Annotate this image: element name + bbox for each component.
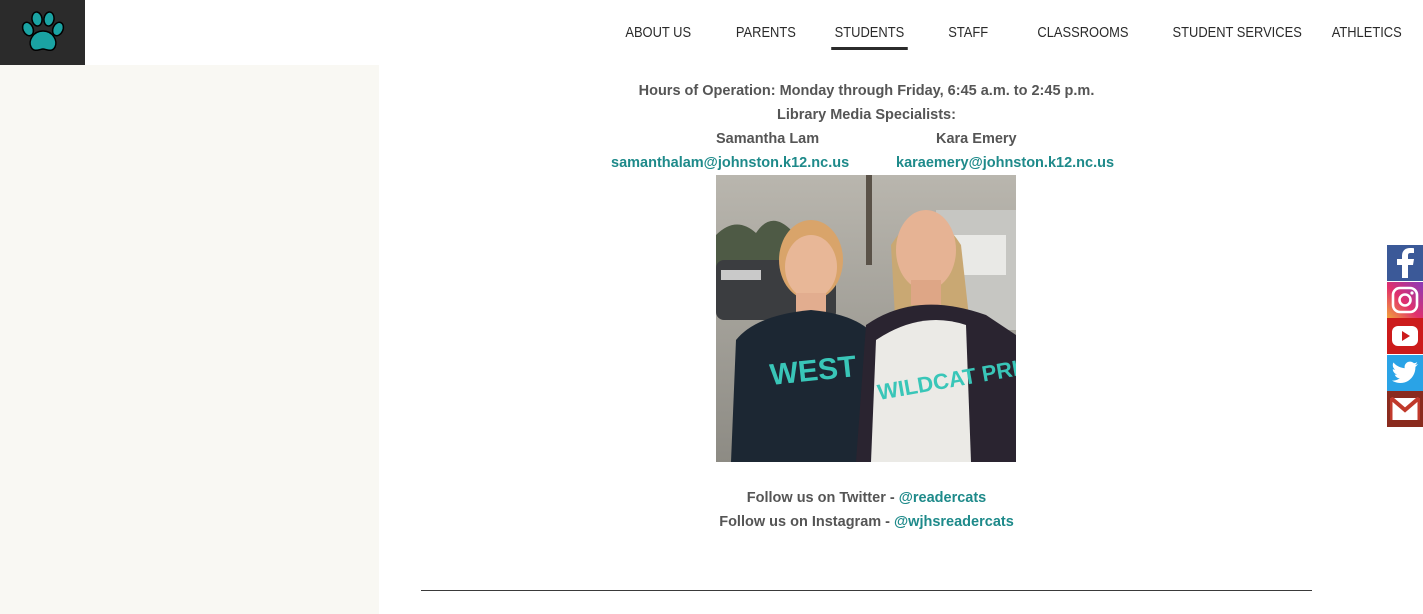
nav-item-student-services[interactable]: STUDENT SERVICES [1173,24,1302,41]
instagram-prefix: Follow us on Instagram - [719,514,895,530]
social-sidebar [1387,245,1423,428]
email-contact-link[interactable] [1387,391,1423,427]
nav-item-athletics[interactable]: ATHLETICS [1332,24,1402,41]
paw-icon [21,10,64,51]
instagram-link[interactable] [1387,281,1423,318]
hours-of-operation: Hours of Operation: Monday through Frida… [638,83,1095,99]
nav-item-parents[interactable]: PARENTS [736,24,796,41]
specialists-heading: Library Media Specialists: [777,107,956,123]
specialist-name-lam: Samantha Lam [716,131,820,147]
instagram-handle-link[interactable]: @wjhsreadercats [894,514,1014,530]
email-link-emery[interactable]: karaemery@johnston.k12.nc.us [896,155,1114,171]
nav-item-staff[interactable]: STAFF [948,24,988,41]
email-link-lam[interactable]: samanthalam@johnston.k12.nc.us [611,155,849,171]
twitter-icon [1391,361,1418,383]
twitter-link[interactable] [1387,354,1423,391]
gmail-icon [1390,397,1420,420]
instagram-follow-line: Follow us on Instagram - @wjhsreadercats [379,514,1354,530]
main-content: Hours of Operation: Monday through Frida… [379,65,1354,614]
left-sidebar-panel [0,65,379,614]
nav-item-classrooms[interactable]: CLASSROOMS [1037,24,1128,41]
twitter-prefix: Follow us on Twitter - [746,490,899,506]
facebook-link[interactable] [1387,245,1423,281]
school-logo[interactable] [0,0,85,65]
facebook-icon [1397,248,1414,278]
youtube-link[interactable] [1387,318,1423,354]
nav-item-about-us[interactable]: ABOUT US [625,24,691,41]
page: ABOUT US PARENTS STUDENTS STAFF CLASSROO… [0,0,1423,614]
content-divider [421,590,1312,591]
specialists-photo: WEST J PRIDE WILDCAT PRIDE [716,175,1016,462]
instagram-icon [1391,286,1419,313]
nav-item-students[interactable]: STUDENTS [831,24,908,50]
youtube-icon [1392,326,1418,346]
twitter-follow-line: Follow us on Twitter - @readercats [379,490,1354,506]
specialist-name-emery: Kara Emery [936,131,1017,147]
twitter-handle-link[interactable]: @readercats [899,490,987,506]
